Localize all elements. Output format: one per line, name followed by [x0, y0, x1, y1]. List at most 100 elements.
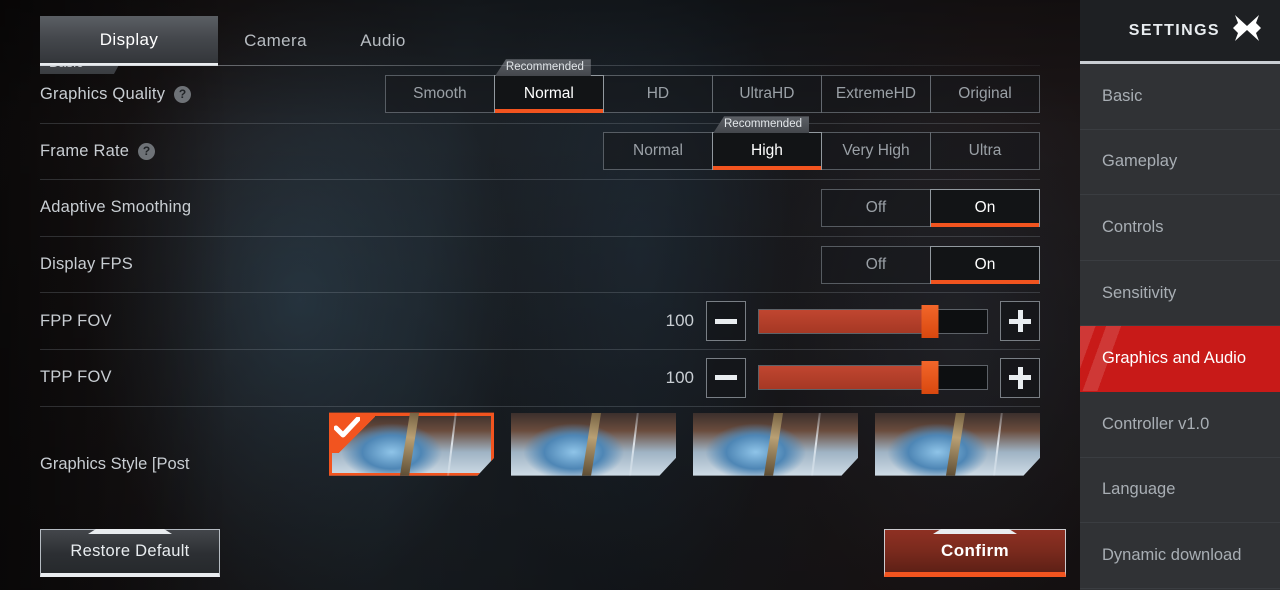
tpp-fov-slider-fill	[759, 366, 930, 390]
checkmark-glyph	[334, 416, 360, 438]
graphics-style-thumbnail-1[interactable]	[329, 412, 494, 476]
adaptive-smoothing-control: Off On	[821, 188, 1040, 227]
checkmark-icon	[329, 412, 375, 453]
sidebar-item-label: Language	[1102, 480, 1176, 499]
tab-audio-label: Audio	[360, 31, 406, 50]
tpp-fov-control: 100	[654, 357, 1040, 398]
fpp-fov-decrease-button[interactable]	[706, 301, 746, 342]
fpp-fov-slider-group: 100	[654, 301, 1040, 342]
graphics-style-thumbnail-3[interactable]	[693, 412, 858, 476]
graphics-style-thumbnail-4[interactable]	[875, 412, 1040, 476]
fpp-fov-slider-track[interactable]	[758, 304, 988, 338]
adaptive-smoothing-label: Adaptive Smoothing	[40, 198, 192, 217]
row-tpp-fov: TPP FOV 100	[40, 348, 1040, 406]
option-normal[interactable]: Recommended Normal	[493, 59, 604, 114]
option-extremehd[interactable]: ExtremeHD	[820, 75, 931, 114]
graphics-style-thumbnail-2[interactable]	[511, 412, 676, 476]
option-ultrahd[interactable]: UltraHD	[711, 75, 822, 114]
restore-default-button[interactable]: Restore Default	[40, 529, 220, 577]
sidebar-item-language[interactable]: Language	[1080, 458, 1280, 524]
option-off-displayfps[interactable]: Off	[821, 245, 931, 284]
row-fpp-fov: FPP FOV 100	[40, 292, 1040, 349]
row-label-fpp-fov: FPP FOV	[40, 312, 112, 331]
sidebar-item-label: Basic	[1102, 86, 1143, 105]
question-mark-icon[interactable]: ?	[138, 142, 156, 160]
sidebar-item-label: Controller v1.0	[1102, 414, 1210, 433]
option-ultra-fps[interactable]: Ultra	[930, 132, 1040, 171]
graphics-quality-label: Graphics Quality	[40, 84, 166, 103]
option-on-displayfps[interactable]: On	[930, 245, 1040, 284]
sidebar-item-label: Dynamic download	[1102, 545, 1242, 564]
confirm-button[interactable]: Confirm	[884, 529, 1066, 577]
tab-camera-label: Camera	[244, 31, 307, 50]
option-very-high-fps[interactable]: Very High	[821, 132, 931, 171]
tab-display-label: Display	[99, 29, 159, 49]
option-original[interactable]: Original	[930, 75, 1040, 114]
restore-default-label: Restore Default	[70, 542, 190, 560]
option-normal-fps[interactable]: Normal	[603, 132, 713, 171]
sidebar-header: SETTINGS	[1080, 0, 1280, 64]
display-fps-label: Display FPS	[40, 255, 133, 274]
sidebar-item-label: Controls	[1102, 217, 1164, 236]
fpp-fov-increase-button[interactable]	[1000, 301, 1040, 342]
row-frame-rate: Frame Rate ? Normal Recommended High Ver…	[40, 116, 1040, 180]
minus-icon	[715, 318, 737, 324]
sidebar-item-controller[interactable]: Controller v1.0	[1080, 392, 1280, 458]
graphics-style-label: Graphics Style [Post	[40, 454, 190, 473]
frame-rate-control: Normal Recommended High Very High Ultra	[603, 116, 1040, 171]
close-x-icon[interactable]	[1230, 11, 1264, 50]
option-on-adaptive[interactable]: On	[930, 188, 1040, 227]
minus-icon	[715, 375, 737, 381]
tab-camera[interactable]: Camera	[218, 16, 333, 66]
option-smooth[interactable]: Smooth	[384, 75, 495, 114]
fpp-fov-slider-fill	[759, 309, 930, 333]
graphics-quality-segmented: Smooth Recommended Normal HD UltraHD Ext…	[384, 59, 1040, 114]
graphics-style-thumbnails	[329, 412, 1040, 476]
row-adaptive-smoothing: Adaptive Smoothing Off On	[40, 179, 1040, 236]
row-display-fps: Display FPS Off On	[40, 235, 1040, 293]
footer-bar: Restore Default Confirm	[0, 518, 1080, 590]
display-fps-control: Off On	[821, 245, 1040, 284]
row-label-adaptive-smoothing: Adaptive Smoothing	[40, 198, 191, 217]
tpp-fov-slider-track[interactable]	[758, 361, 988, 395]
fpp-fov-value: 100	[665, 311, 694, 331]
tpp-fov-increase-button[interactable]	[1000, 357, 1040, 398]
recommended-badge-framerate: Recommended	[713, 116, 809, 134]
tab-audio[interactable]: Audio	[333, 16, 433, 66]
adaptive-smoothing-toggle: Off On	[821, 188, 1040, 227]
tpp-fov-slider-group: 100	[654, 357, 1040, 398]
sidebar-item-controls[interactable]: Controls	[1080, 195, 1280, 261]
sidebar-item-label: Gameplay	[1102, 152, 1178, 171]
tpp-fov-value: 100	[665, 367, 694, 387]
tab-bar: Display Camera Audio	[0, 0, 1080, 66]
tpp-fov-label: TPP FOV	[40, 368, 112, 387]
row-graphics-style: Graphics Style [Post	[40, 405, 1040, 492]
tpp-fov-slider-handle[interactable]	[921, 361, 939, 395]
sidebar-title: SETTINGS	[1128, 21, 1220, 39]
frame-rate-segmented: Normal Recommended High Very High Ultra	[603, 116, 1040, 171]
sidebar-item-graphics-and-audio[interactable]: Graphics and Audio	[1080, 326, 1280, 392]
frame-rate-label: Frame Rate	[40, 141, 130, 160]
fpp-fov-slider-handle[interactable]	[921, 304, 939, 338]
sidebar-item-sensitivity[interactable]: Sensitivity	[1080, 261, 1280, 327]
option-high-fps[interactable]: Recommended High	[712, 116, 822, 171]
graphics-quality-control: Smooth Recommended Normal HD UltraHD Ext…	[384, 59, 1040, 114]
sidebar-item-gameplay[interactable]: Gameplay	[1080, 130, 1280, 196]
display-fps-toggle: Off On	[821, 245, 1040, 284]
tab-display[interactable]: Display	[40, 16, 218, 66]
option-off-adaptive[interactable]: Off	[821, 188, 931, 227]
row-label-tpp-fov: TPP FOV	[40, 368, 112, 387]
sidebar-item-label: Graphics and Audio	[1102, 349, 1247, 368]
question-mark-icon[interactable]: ?	[174, 85, 192, 103]
settings-sidebar: SETTINGS Basic Gameplay Controls Sensiti…	[1080, 0, 1280, 590]
tpp-fov-decrease-button[interactable]	[706, 357, 746, 398]
confirm-label: Confirm	[941, 541, 1009, 560]
fpp-fov-label: FPP FOV	[40, 311, 112, 330]
option-hd[interactable]: HD	[602, 75, 713, 114]
sidebar-item-basic[interactable]: Basic	[1080, 64, 1280, 130]
row-label-display-fps: Display FPS	[40, 255, 133, 274]
row-label-frame-rate: Frame Rate ?	[40, 141, 156, 161]
sidebar-item-dynamic-download[interactable]: Dynamic download	[1080, 523, 1280, 589]
sidebar-item-label: Sensitivity	[1102, 283, 1177, 302]
close-x-glyph	[1233, 15, 1261, 41]
